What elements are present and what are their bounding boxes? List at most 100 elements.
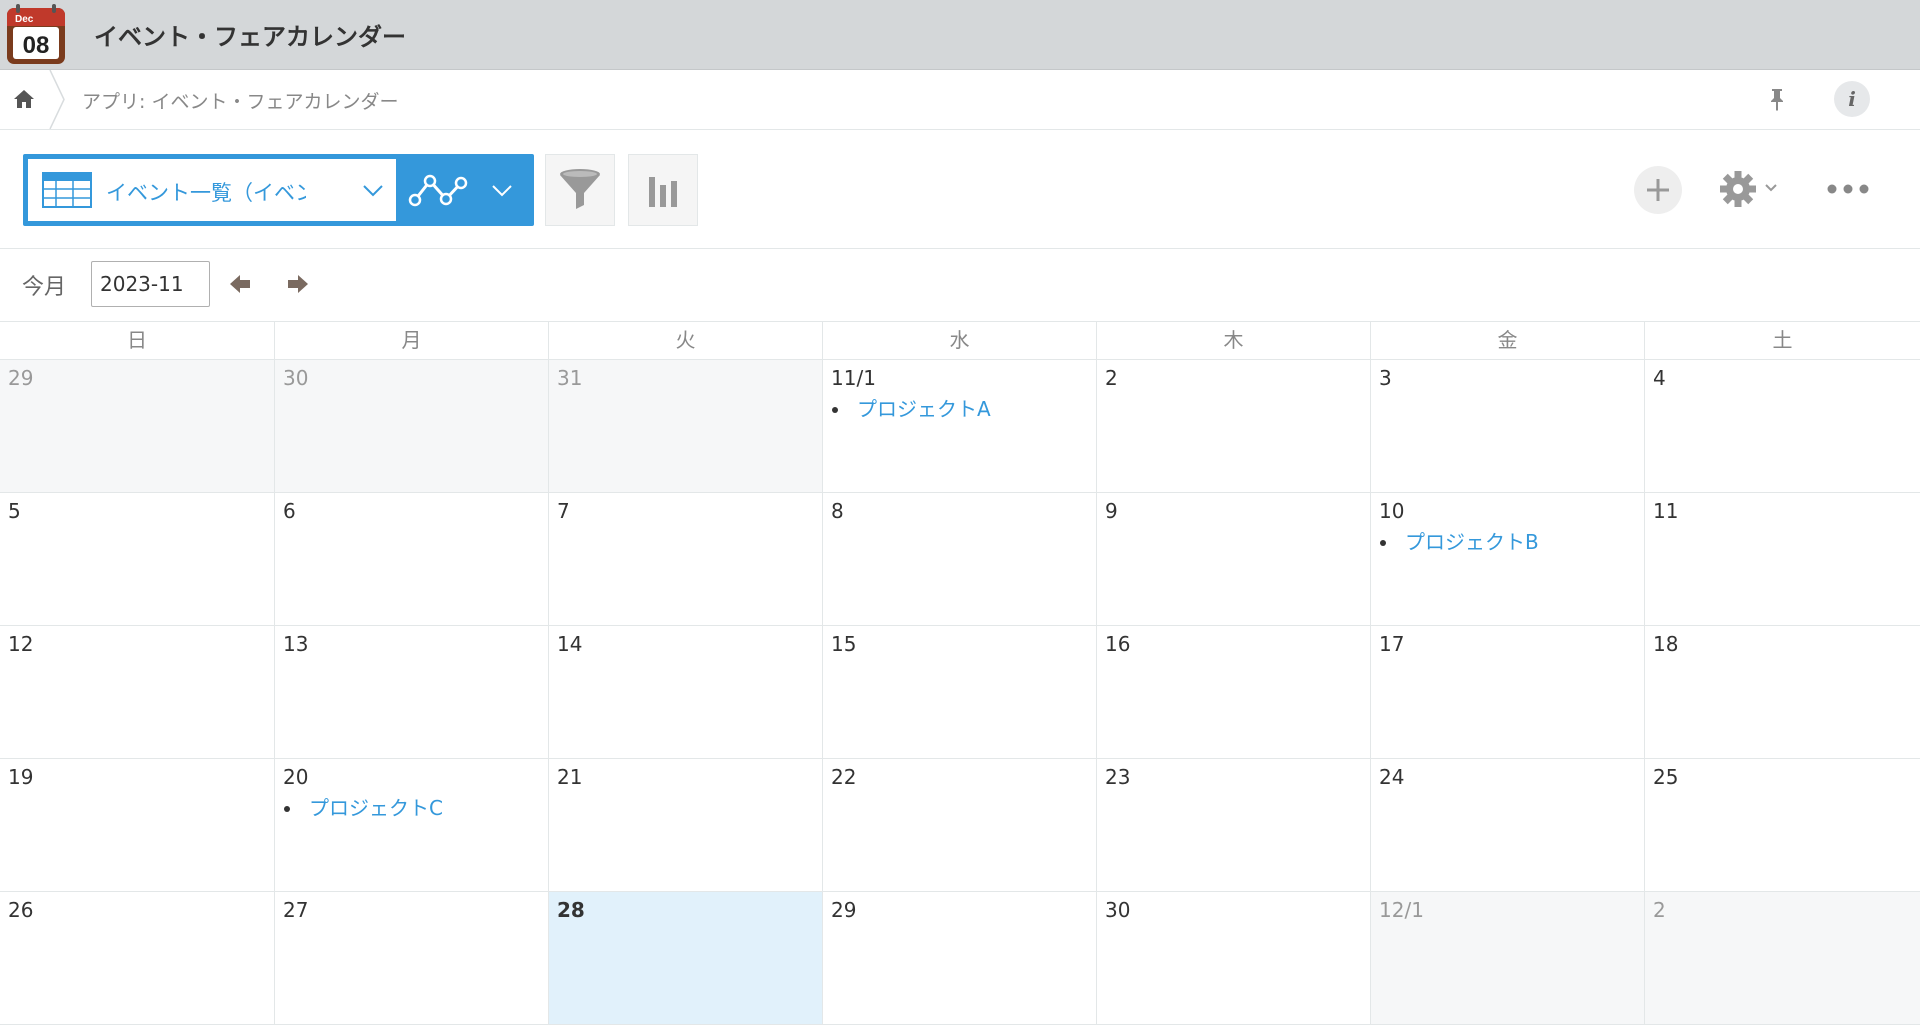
day-number: 29 (831, 898, 857, 922)
more-options-button[interactable] (1826, 174, 1870, 204)
day-number: 31 (557, 366, 583, 390)
view-selector-group: イベント一覧（イベン… (23, 154, 534, 226)
day-number: 4 (1653, 366, 1666, 390)
calendar-day[interactable]: 13 (274, 626, 548, 758)
weekday-mon: 月 (274, 322, 548, 359)
calendar-app-icon: Dec 08 (7, 4, 65, 64)
calendar-day[interactable]: 7 (548, 493, 822, 625)
breadcrumb-separator (49, 70, 65, 129)
calendar-day[interactable]: 26 (0, 892, 274, 1024)
day-number: 30 (283, 366, 309, 390)
day-number: 16 (1105, 632, 1131, 656)
graph-chevron-down-icon[interactable] (491, 181, 513, 199)
event-link[interactable]: プロジェクトC (309, 796, 443, 820)
day-number: 29 (8, 366, 34, 390)
day-number: 27 (283, 898, 309, 922)
day-number: 19 (8, 765, 34, 789)
calendar-day[interactable]: 22 (822, 759, 1096, 891)
day-number: 6 (283, 499, 296, 523)
day-number: 30 (1105, 898, 1131, 922)
calendar-day[interactable]: 21 (548, 759, 822, 891)
day-number: 11/1 (831, 366, 876, 390)
day-number: 9 (1105, 499, 1118, 523)
month-input[interactable] (91, 261, 210, 307)
calendar-week: 29 30 31 11/1 プロジェクトA 2 3 4 (0, 360, 1920, 493)
calendar-day[interactable]: 29 (822, 892, 1096, 1024)
calendar-day[interactable]: 5 (0, 493, 274, 625)
day-number: 18 (1653, 632, 1679, 656)
event-list: プロジェクトC (283, 795, 548, 821)
day-number: 8 (831, 499, 844, 523)
more-icon (1827, 184, 1869, 194)
calendar-day[interactable]: 20 プロジェクトC (274, 759, 548, 891)
calendar-day[interactable]: 14 (548, 626, 822, 758)
graph-button[interactable] (628, 154, 698, 226)
event-link[interactable]: プロジェクトA (857, 397, 991, 421)
weekday-sun: 日 (127, 328, 147, 352)
settings-button[interactable] (1718, 168, 1788, 210)
calendar-day[interactable]: 31 (548, 360, 822, 492)
day-number: 5 (8, 499, 21, 523)
line-graph-icon[interactable] (408, 170, 468, 210)
event-link[interactable]: プロジェクトB (1405, 530, 1539, 554)
breadcrumb: アプリ: イベント・フェアカレンダー i (0, 70, 1920, 130)
calendar-grid: 日 月 火 水 木 金 土 29 30 31 11/1 プロジェクトA 2 3 4 5 6 7 8 9 1… (0, 321, 1920, 1025)
home-icon[interactable] (12, 88, 36, 110)
app-icon-month: Dec (15, 14, 34, 25)
day-number: 21 (557, 765, 583, 789)
calendar-day[interactable]: 23 (1096, 759, 1370, 891)
filter-button[interactable] (545, 154, 615, 226)
day-number: 13 (283, 632, 309, 656)
this-month-button[interactable]: 今月 (22, 269, 66, 301)
prev-month-arrow-icon[interactable] (226, 271, 254, 297)
day-number: 17 (1379, 632, 1405, 656)
day-number: 14 (557, 632, 583, 656)
calendar-day[interactable]: 6 (274, 493, 548, 625)
calendar-day[interactable]: 12 (0, 626, 274, 758)
calendar-day[interactable]: 4 (1644, 360, 1920, 492)
calendar-day[interactable]: 17 (1370, 626, 1644, 758)
calendar-day[interactable]: 19 (0, 759, 274, 891)
calendar-day[interactable]: 24 (1370, 759, 1644, 891)
day-number: 12 (8, 632, 34, 656)
app-icon-day: 08 (23, 32, 50, 59)
info-icon[interactable]: i (1834, 81, 1870, 117)
day-number: 25 (1653, 765, 1679, 789)
calendar-day-today[interactable]: 28 (548, 892, 822, 1024)
next-month-arrow-icon[interactable] (284, 271, 312, 297)
calendar-day[interactable]: 2 (1644, 892, 1920, 1024)
calendar-day[interactable]: 25 (1644, 759, 1920, 891)
day-number: 2 (1653, 898, 1666, 922)
calendar-day[interactable]: 12/1 (1370, 892, 1644, 1024)
day-number: 12/1 (1379, 898, 1424, 922)
gear-icon (1720, 171, 1777, 207)
toolbar: イベント一覧（イベン… (0, 130, 1920, 249)
calendar-day[interactable]: 15 (822, 626, 1096, 758)
pin-icon[interactable] (1764, 86, 1790, 112)
weekday-header: 日 月 火 水 木 金 土 (0, 322, 1920, 360)
day-number: 15 (831, 632, 857, 656)
view-selector[interactable]: イベント一覧（イベン… (28, 159, 396, 221)
day-number: 26 (8, 898, 34, 922)
calendar-day[interactable]: 10 プロジェクトB (1370, 493, 1644, 625)
calendar-day[interactable]: 9 (1096, 493, 1370, 625)
add-record-button[interactable] (1634, 166, 1682, 214)
plus-icon (1647, 179, 1669, 201)
filter-icon (560, 169, 600, 209)
event-list: プロジェクトB (1379, 529, 1644, 555)
calendar-day[interactable]: 27 (274, 892, 548, 1024)
calendar-day[interactable]: 3 (1370, 360, 1644, 492)
calendar-day[interactable]: 2 (1096, 360, 1370, 492)
calendar-day[interactable]: 29 (0, 360, 274, 492)
calendar-day[interactable]: 11/1 プロジェクトA (822, 360, 1096, 492)
calendar-body: 29 30 31 11/1 プロジェクトA 2 3 4 5 6 7 8 9 10 プロジェクトB 11 12 13… (0, 360, 1920, 1025)
day-number: 7 (557, 499, 570, 523)
day-number: 3 (1379, 366, 1392, 390)
breadcrumb-app-link[interactable]: アプリ: イベント・フェアカレンダー (82, 87, 398, 114)
calendar-day[interactable]: 18 (1644, 626, 1920, 758)
calendar-day[interactable]: 16 (1096, 626, 1370, 758)
calendar-day[interactable]: 11 (1644, 493, 1920, 625)
calendar-day[interactable]: 30 (1096, 892, 1370, 1024)
calendar-day[interactable]: 30 (274, 360, 548, 492)
calendar-day[interactable]: 8 (822, 493, 1096, 625)
